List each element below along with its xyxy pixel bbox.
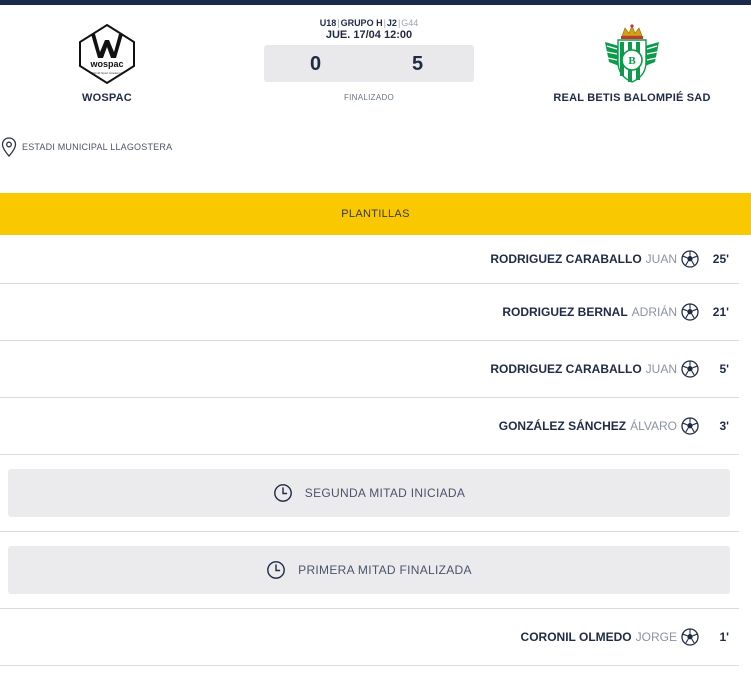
home-score: 0 [310, 53, 322, 75]
goal-event-row[interactable]: CORONIL OLMEDO JORGE 1' [0, 609, 739, 666]
goal-minute: 21' [712, 305, 729, 319]
goal-event-row[interactable]: RODRIGUEZ CARABALLO JUAN 25' [0, 235, 739, 284]
period-event-box: SEGUNDA MITAD INICIADA [8, 469, 730, 517]
soccer-ball-icon [681, 360, 699, 378]
logo-tagline: World Sport Academy [93, 71, 122, 75]
match-category: U18 [319, 18, 337, 28]
match-center: U18|GRUPO H|J2|G44 JUE. 17/04 12:00 0 5 … [264, 18, 474, 102]
map-pin-icon [1, 137, 17, 157]
player-last-name: CORONIL OLMEDO [520, 630, 632, 644]
period-event-row: SEGUNDA MITAD INICIADA [0, 455, 739, 532]
player-first-name: JUAN [645, 252, 677, 266]
home-team[interactable]: wospac World Sport Academy WOSPAC [2, 22, 212, 104]
scoreboard: 0 5 [264, 45, 474, 82]
soccer-ball-icon [681, 303, 699, 321]
goal-event-row[interactable]: RODRIGUEZ CARABALLO JUAN 5' [0, 341, 739, 398]
match-meta: U18|GRUPO H|J2|G44 [319, 18, 419, 28]
tab-plantillas[interactable]: PLANTILLAS [0, 193, 751, 235]
match-field-code: G44 [401, 18, 419, 28]
player-last-name: RODRIGUEZ CARABALLO [490, 252, 642, 266]
goal-minute: 5' [719, 362, 729, 376]
period-event-box: PRIMERA MITAD FINALIZADA [8, 546, 730, 594]
svg-text:B: B [628, 55, 636, 67]
venue: ESTADI MUNICIPAL LLAGOSTERA [0, 136, 172, 158]
wospac-logo-icon: wospac World Sport Academy [79, 23, 135, 85]
logo-wordmark: wospac [89, 59, 123, 69]
goal-minute: 3' [719, 419, 729, 433]
soccer-ball-icon [681, 628, 699, 646]
soccer-ball-icon [681, 417, 699, 435]
player-last-name: RODRIGUEZ BERNAL [502, 305, 628, 319]
player-first-name: ADRIÁN [631, 305, 677, 319]
match-status: FINALIZADO [343, 93, 395, 102]
away-score: 5 [412, 53, 424, 75]
away-team-name: REAL BETIS BALOMPIÉ SAD [553, 92, 711, 104]
period-event-row: PRIMERA MITAD FINALIZADA [0, 532, 739, 609]
match-group: GRUPO H [340, 18, 383, 28]
goal-event-row[interactable]: RODRIGUEZ BERNAL ADRIÁN 21' [0, 284, 739, 341]
home-team-name: WOSPAC [82, 92, 132, 104]
match-round: J2 [386, 18, 397, 28]
period-event-label: SEGUNDA MITAD INICIADA [304, 486, 466, 500]
player-last-name: GONZÁLEZ SÁNCHEZ [498, 419, 627, 433]
goal-minute: 1' [719, 630, 729, 644]
player-last-name: RODRIGUEZ CARABALLO [490, 362, 642, 376]
venue-name: ESTADI MUNICIPAL LLAGOSTERA [22, 142, 173, 152]
top-accent-bar [0, 0, 751, 5]
away-team[interactable]: B REAL BETIS BALOMPIÉ SAD [527, 22, 737, 104]
tab-plantillas-label: PLANTILLAS [341, 208, 410, 220]
period-event-label: PRIMERA MITAD FINALIZADA [298, 563, 472, 577]
player-first-name: ÁLVARO [630, 419, 677, 433]
clock-icon [267, 561, 286, 579]
player-first-name: JUAN [645, 362, 677, 376]
betis-crest-icon: B [605, 24, 659, 83]
clock-icon [273, 484, 292, 502]
soccer-ball-icon [681, 250, 699, 268]
player-first-name: JORGE [635, 630, 677, 644]
goal-minute: 25' [712, 252, 729, 266]
goal-event-row[interactable]: GONZÁLEZ SÁNCHEZ ÁLVARO 3' [0, 398, 739, 455]
match-date: JUE. 17/04 12:00 [325, 29, 413, 41]
